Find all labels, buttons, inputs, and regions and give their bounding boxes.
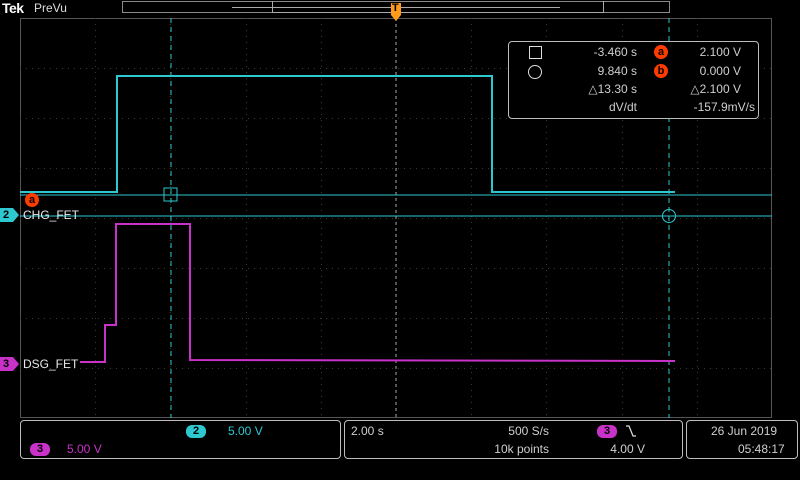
ch3-waveform: [80, 223, 676, 363]
square-cursor-icon: [529, 46, 542, 59]
timebase-panel[interactable]: 2.00 s 500 S/s 10k points 3 4.00 V: [344, 420, 683, 459]
ch3-scale[interactable]: 5.00 V: [67, 442, 102, 456]
ch2-scale-chip[interactable]: 2: [186, 425, 206, 438]
circle-cursor-icon: [528, 65, 542, 79]
square-time: -3.460 s: [593, 45, 637, 59]
dv-dt-value: -157.9mV/s: [693, 100, 755, 114]
delta-time: △13.30 s: [588, 82, 637, 96]
ch3-scale-chip[interactable]: 3: [30, 443, 50, 456]
sample-rate: 500 S/s: [508, 424, 549, 438]
cursor-readout-panel: -3.460 s a 2.100 V 9.840 s b 0.000 V △13…: [508, 41, 759, 119]
trigger-level[interactable]: 4.00 V: [595, 442, 645, 456]
delta-v: △2.100 V: [690, 82, 741, 96]
ch2-tag-number: 2: [3, 209, 10, 221]
acquisition-mode: PreVu: [34, 1, 67, 15]
cursor-b-icon: b: [654, 64, 668, 78]
datetime-panel: 26 Jun 2019 05:48:17: [686, 420, 798, 459]
channel-scale-panel[interactable]: 2 5.00 V 3 5.00 V: [20, 420, 341, 459]
brand-logo: Tek: [2, 0, 24, 16]
b-value: 0.000 V: [699, 64, 741, 78]
a-value: 2.100 V: [699, 45, 741, 59]
trigger-position-marker[interactable]: T: [389, 2, 403, 22]
cursor-a-icon: a: [654, 45, 668, 59]
time: 05:48:17: [738, 442, 785, 456]
ch3-label: DSG_FET: [23, 357, 79, 371]
circle-time: 9.840 s: [597, 64, 637, 78]
ref-marker-a-icon[interactable]: a: [25, 193, 39, 207]
ch2-scale[interactable]: 5.00 V: [228, 424, 263, 438]
date: 26 Jun 2019: [711, 424, 778, 438]
record-view-window[interactable]: [272, 1, 604, 13]
record-length: 10k points: [494, 442, 549, 456]
falling-edge-icon: [625, 424, 637, 438]
ch3-tag-number: 3: [3, 358, 10, 370]
dv-dt-label: dV/dt: [608, 100, 637, 114]
ch2-label: CHG_FET: [23, 208, 80, 222]
trigger-source-chip[interactable]: 3: [597, 425, 617, 438]
time-per-div[interactable]: 2.00 s: [351, 424, 384, 438]
trigger-position-label: T: [392, 2, 399, 14]
